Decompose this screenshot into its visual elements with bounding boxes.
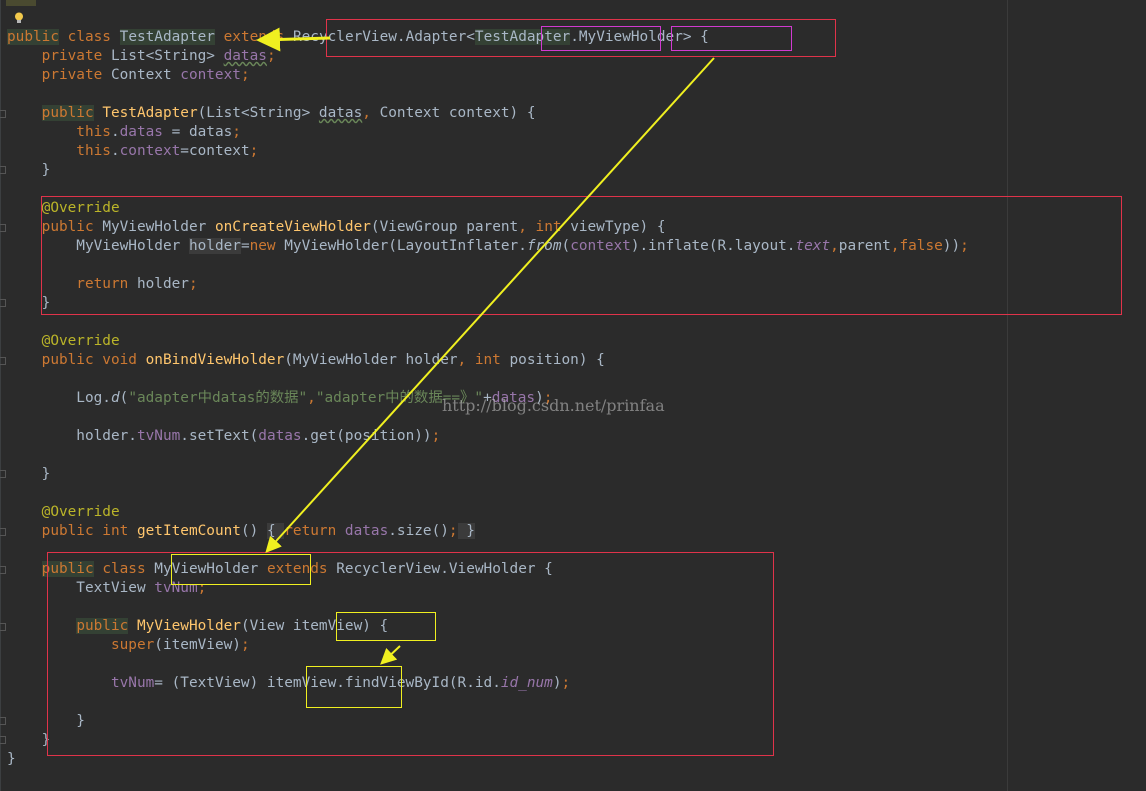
fold-marker-icon[interactable] xyxy=(0,299,6,307)
fold-marker-icon[interactable] xyxy=(0,566,6,574)
fold-marker-icon[interactable] xyxy=(0,736,6,744)
annotation-arrows xyxy=(256,27,715,665)
code-editor[interactable]: public class TestAdapter extends Recycle… xyxy=(0,0,1146,791)
fold-marker-icon[interactable] xyxy=(0,717,6,725)
fold-marker-icon[interactable] xyxy=(0,110,6,118)
fold-marker-icon[interactable] xyxy=(0,528,6,536)
fold-marker-icon[interactable] xyxy=(0,166,6,174)
arrow-icon xyxy=(380,645,401,665)
fold-marker-icon[interactable] xyxy=(0,623,6,631)
fold-marker-icon[interactable] xyxy=(0,470,6,478)
arrow-icon xyxy=(256,27,331,52)
fold-marker-icon[interactable] xyxy=(0,357,6,365)
fold-marker-icon[interactable] xyxy=(0,224,6,232)
arrow-icon xyxy=(265,57,715,553)
